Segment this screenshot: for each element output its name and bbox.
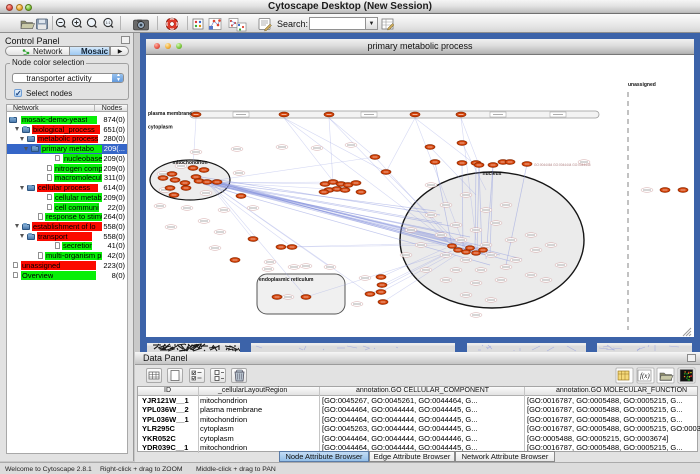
svg-text:endoplasmic reticulum: endoplasmic reticulum — [259, 277, 314, 283]
svg-text:cytoplasm: cytoplasm — [148, 125, 173, 131]
svg-text:nucleus: nucleus — [483, 171, 502, 177]
svg-text:unassigned: unassigned — [628, 82, 656, 88]
svg-text:1:1: 1:1 — [106, 21, 111, 25]
svg-text:mitochondrion: mitochondrion — [173, 160, 208, 166]
svg-text:plasma membrane: plasma membrane — [148, 111, 192, 117]
svg-text:GO:0044464 GO:0044444 GO:00444: GO:0044464 GO:0044444 GO:0044445 — [534, 163, 591, 167]
svg-text:f(x): f(x) — [640, 372, 650, 380]
